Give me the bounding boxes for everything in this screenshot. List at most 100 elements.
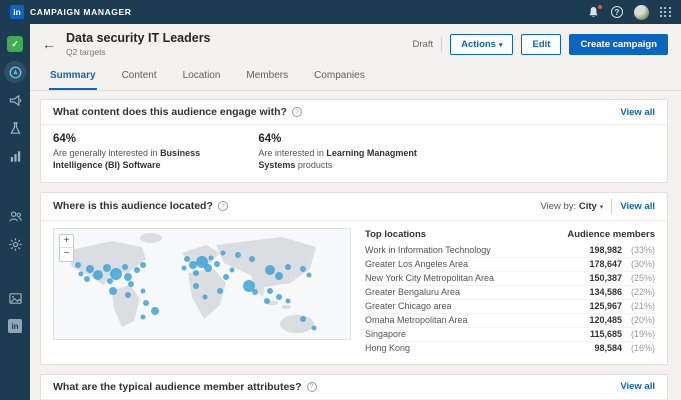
chevron-down-icon: ▾ (499, 42, 503, 49)
actions-button[interactable]: Actions▾ (450, 34, 513, 55)
map-bubble (312, 325, 317, 330)
stat-percentage: 64% (53, 133, 244, 145)
table-row[interactable]: Hong Kong 98,584 (16%) (365, 341, 655, 355)
chevron-down-icon: ▾ (600, 204, 604, 211)
create-campaign-button[interactable]: Create campaign (569, 34, 668, 55)
map-bubble (122, 264, 128, 270)
map-bubble (86, 265, 94, 273)
map-bubble (285, 264, 291, 270)
sidebar-item-audiences[interactable] (4, 205, 26, 227)
sidebar-item-assets[interactable] (4, 287, 26, 309)
map-bubble (125, 292, 131, 298)
map-bubble (235, 252, 241, 258)
map-bubble (214, 261, 220, 267)
map-bubble (140, 289, 145, 294)
page-subtitle: Q2 targets (66, 47, 211, 57)
tab-location[interactable]: Location (182, 66, 222, 90)
view-all-link[interactable]: View all (620, 381, 655, 392)
linkedin-in-icon: in (8, 319, 22, 333)
table-row[interactable]: New York City Metropolitan Area 150,387 … (365, 271, 655, 285)
map-bubble (275, 272, 283, 280)
map-bubbles (54, 229, 350, 339)
table-row[interactable]: Greater Los Angeles Area 178,647 (30%) (365, 257, 655, 271)
user-avatar[interactable] (634, 5, 649, 20)
notification-badge (598, 5, 602, 9)
media-icon (8, 291, 23, 306)
apps-grid-icon[interactable] (660, 7, 671, 18)
location-card: Where is this audience located? ? View b… (40, 192, 668, 365)
megaphone-icon (8, 93, 23, 108)
table-row[interactable]: Singapore 115,685 (19%) (365, 327, 655, 341)
map-bubble (78, 271, 83, 276)
compass-icon (8, 65, 23, 80)
map-bubble (109, 287, 117, 295)
map-bubble (193, 270, 199, 276)
sidebar-item-advertise[interactable] (4, 89, 26, 111)
bar-chart-icon (8, 149, 23, 164)
status-badge: Draft (413, 39, 434, 50)
sidebar-item-test[interactable] (4, 117, 26, 139)
back-arrow-icon[interactable]: ← (42, 37, 56, 51)
info-icon[interactable]: ? (218, 201, 228, 211)
map-bubble (306, 272, 311, 277)
map-bubble (252, 289, 258, 295)
map-bubble (151, 307, 159, 315)
card-title: What content does this audience engage w… (53, 106, 287, 118)
page-header: ← Data security IT Leaders Q2 targets Dr… (30, 24, 681, 62)
map-bubble (110, 268, 122, 280)
map-bubble (276, 294, 282, 300)
help-icon[interactable]: ? (611, 6, 623, 18)
top-locations-table: Top locations Audience members Work in I… (365, 228, 655, 355)
map-bubble (107, 278, 113, 284)
linkedin-logo-icon[interactable]: in (10, 5, 24, 19)
edit-button[interactable]: Edit (521, 34, 561, 55)
info-icon[interactable]: ? (307, 382, 317, 392)
sidebar-item-linkedin[interactable]: in (4, 315, 26, 337)
sidebar-item-settings[interactable] (4, 233, 26, 255)
map-bubble (208, 256, 213, 261)
brand-title: CAMPAIGN MANAGER (30, 7, 132, 17)
map-bubble (182, 266, 187, 271)
map-bubble (84, 276, 90, 282)
tab-summary[interactable]: Summary (49, 66, 97, 90)
stat-description: Are interested in Learning Managment Sys… (258, 148, 449, 171)
stat-percentage: 64% (258, 133, 449, 145)
column-header-members: Audience members (567, 229, 655, 240)
account-check-icon: ✓ (7, 36, 23, 52)
info-icon[interactable]: ? (292, 107, 302, 117)
divider (611, 199, 612, 214)
map-bubble (143, 300, 149, 306)
page-title: Data security IT Leaders (66, 31, 211, 46)
sidebar-item-analytics[interactable] (4, 145, 26, 167)
people-icon (8, 209, 23, 224)
view-by-dropdown[interactable]: View by: City▾ (540, 201, 603, 212)
notifications-bell-icon[interactable] (587, 6, 600, 19)
map-bubble (220, 250, 225, 255)
card-title: Where is this audience located? (53, 200, 213, 212)
content-area: What content does this audience engage w… (30, 91, 681, 400)
column-header-locations: Top locations (365, 229, 426, 240)
tab-companies[interactable]: Companies (313, 66, 366, 90)
sidebar-item-plan[interactable] (4, 61, 26, 83)
table-row[interactable]: Greater Chicago area 125,967 (21%) (365, 299, 655, 313)
map-bubble (217, 288, 223, 294)
map-bubble (300, 266, 306, 272)
zoom-in-button[interactable]: + (60, 235, 73, 248)
view-all-link[interactable]: View all (620, 201, 655, 212)
divider (441, 37, 442, 52)
zoom-out-button[interactable]: − (60, 248, 73, 261)
left-sidebar: ✓ (0, 24, 30, 400)
map-bubble (265, 265, 275, 275)
table-row[interactable]: Omaha Metropolitan Area 120,485 (20%) (365, 313, 655, 327)
stat-item: 64% Are generally interested in Business… (53, 133, 244, 171)
engagement-card: What content does this audience engage w… (40, 99, 668, 182)
tab-members[interactable]: Members (245, 66, 289, 90)
table-row[interactable]: Greater Bengaluru Area 134,586 (22%) (365, 285, 655, 299)
tab-content[interactable]: Content (121, 66, 158, 90)
table-row[interactable]: Work in Information Technology 198,982 (… (365, 244, 655, 257)
world-map[interactable]: + − (53, 228, 351, 340)
map-bubble (202, 294, 207, 299)
view-all-link[interactable]: View all (620, 107, 655, 118)
sidebar-item-account[interactable]: ✓ (4, 33, 26, 55)
attributes-card: What are the typical audience member att… (40, 374, 668, 400)
